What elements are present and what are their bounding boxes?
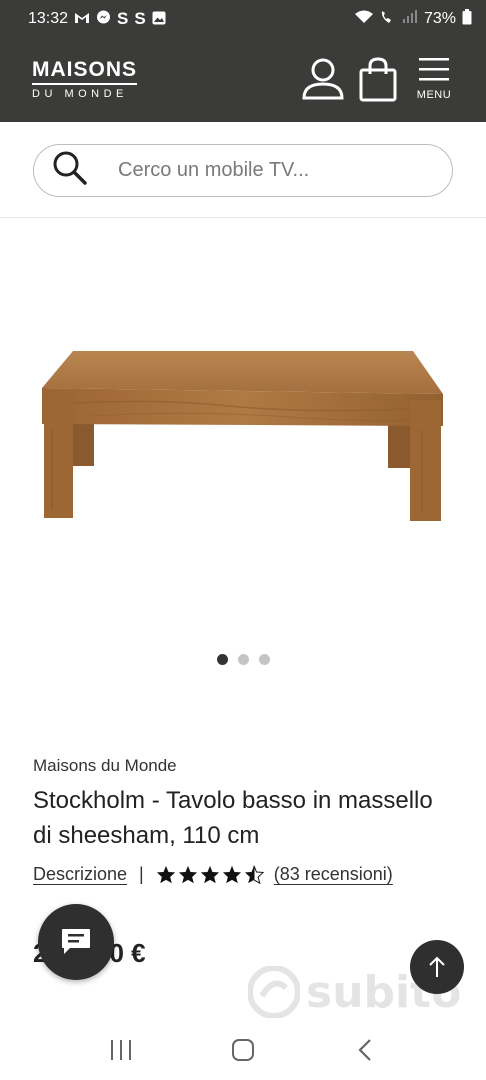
status-time: 13:32 xyxy=(28,10,69,27)
chat-button[interactable] xyxy=(38,904,114,980)
menu-button[interactable]: MENU xyxy=(414,56,454,101)
star-icon xyxy=(222,865,241,884)
search-icon[interactable] xyxy=(52,150,88,191)
chat-icon xyxy=(62,929,90,954)
meta-separator: | xyxy=(139,864,144,884)
battery-icon xyxy=(462,8,472,30)
rating-stars xyxy=(156,865,264,884)
recent-apps-icon xyxy=(111,1040,131,1060)
gallery-dot[interactable] xyxy=(216,654,228,665)
signal-icon xyxy=(402,9,418,29)
gallery-dots xyxy=(0,654,486,665)
back-button[interactable] xyxy=(345,1030,385,1070)
battery-text: 73% xyxy=(423,10,456,27)
gmail-icon xyxy=(74,11,90,27)
home-button[interactable] xyxy=(223,1030,263,1070)
system-nav-bar xyxy=(0,1020,486,1080)
description-link[interactable]: Descrizione xyxy=(33,864,127,885)
star-icon xyxy=(156,865,175,884)
arrow-up-icon xyxy=(429,956,445,977)
user-account-icon[interactable] xyxy=(300,56,346,107)
search-input[interactable] xyxy=(118,159,418,182)
half-star-icon xyxy=(244,865,264,884)
recent-apps-button[interactable] xyxy=(101,1030,141,1070)
hamburger-icon xyxy=(419,58,449,81)
search-section xyxy=(0,122,486,218)
maisons-du-monde-logo[interactable]: MAISONS DU MONDE xyxy=(32,58,138,100)
back-icon xyxy=(358,1039,371,1061)
star-icon xyxy=(200,865,219,884)
gallery-dot[interactable] xyxy=(258,654,270,665)
site-header: MAISONS DU MONDE MENU xyxy=(0,38,486,122)
star-icon xyxy=(178,865,197,884)
messenger-icon xyxy=(96,10,111,28)
product-brand: Maisons du Monde xyxy=(33,756,177,775)
back-to-top-button[interactable] xyxy=(410,940,464,994)
shopping-bag-icon[interactable] xyxy=(358,56,398,107)
home-icon xyxy=(232,1039,254,1061)
search-bar[interactable] xyxy=(33,144,453,197)
reviews-link[interactable]: (83 recensioni) xyxy=(274,864,393,885)
logo-line2: DU MONDE xyxy=(32,88,128,100)
product-image[interactable] xyxy=(30,300,460,540)
subito-logo-icon xyxy=(248,966,300,1018)
gallery-dot[interactable] xyxy=(237,654,249,665)
logo-line1: MAISONS xyxy=(32,58,138,85)
product-title: Stockholm - Tavolo basso in massello di … xyxy=(33,787,433,849)
gallery-icon xyxy=(152,11,166,28)
price-end: 0 € xyxy=(109,938,146,968)
product-meta: Descrizione | (83 recensioni) xyxy=(33,864,393,885)
menu-label: MENU xyxy=(416,89,452,101)
status-bar: 13:32 S S 73% xyxy=(0,0,486,38)
s-icon: S xyxy=(117,9,129,28)
wifi-icon xyxy=(354,10,374,29)
call-icon xyxy=(380,10,396,29)
s-icon: S xyxy=(134,9,146,28)
